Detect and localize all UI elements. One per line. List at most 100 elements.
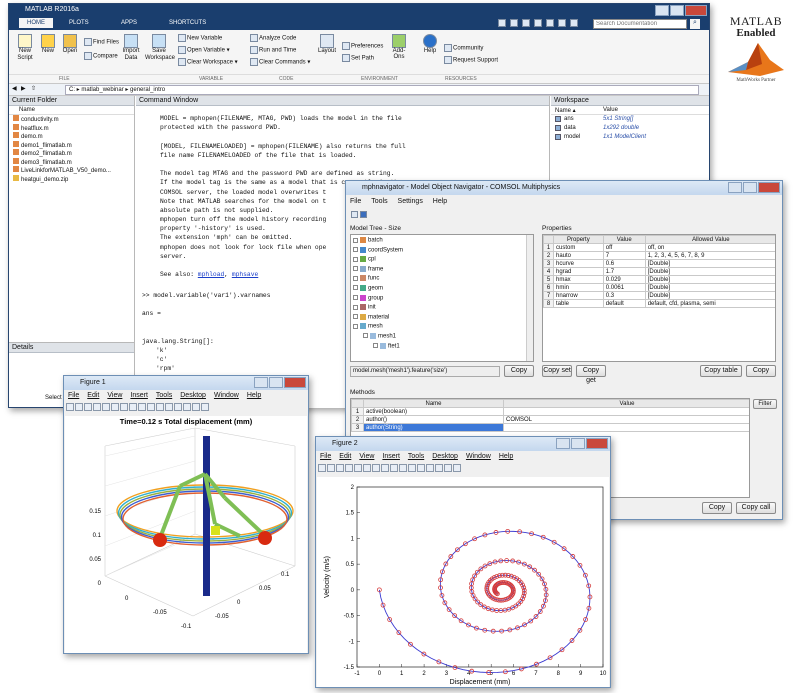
properties-row[interactable]: 8 table default default, cfd, plasma, semi	[543, 299, 775, 308]
copy-set-button[interactable]: Copy set	[542, 365, 572, 377]
new-icon[interactable]	[318, 464, 326, 472]
tree-node[interactable]: ftet1	[353, 342, 533, 353]
props-header-2[interactable]: Allowed Value	[644, 235, 775, 244]
show-plot-icon[interactable]	[201, 403, 209, 411]
back-icon[interactable]: ◀	[12, 85, 17, 92]
properties-row[interactable]: 6 hmin 0.0061 [Double]	[543, 283, 775, 292]
brush-icon[interactable]	[408, 464, 416, 472]
workspace-row[interactable]: data 1x292 double	[551, 124, 709, 133]
show-plot-icon[interactable]	[453, 464, 461, 472]
folder-file-item[interactable]: demo3_flimatlab.m	[13, 157, 134, 167]
figure2-close-button[interactable]	[586, 438, 608, 449]
up-folder-icon[interactable]: ⇧	[31, 85, 36, 92]
props-header-0[interactable]: Property	[553, 235, 604, 244]
new-variable-button[interactable]: New Variable	[177, 34, 222, 42]
props-header-1[interactable]: Value	[602, 235, 646, 244]
datacursor-icon[interactable]	[147, 403, 155, 411]
workspace-row[interactable]: ans 5x1 String[]	[551, 115, 709, 124]
set-path-button[interactable]: Set Path	[341, 54, 374, 62]
tree-node[interactable]: frame	[353, 265, 533, 276]
figure1-menu-file[interactable]: File	[68, 392, 79, 399]
addons-button[interactable]: Add-Ons	[389, 34, 409, 60]
run-and-time-button[interactable]: Run and Time	[249, 46, 296, 54]
layout-button[interactable]: Layout	[317, 34, 337, 54]
find-files-button[interactable]: Find Files	[83, 38, 119, 46]
figure1-menu-edit[interactable]: Edit	[87, 392, 99, 399]
cut-icon[interactable]	[510, 19, 518, 27]
save-icon[interactable]	[84, 403, 92, 411]
figure2-minimize-button[interactable]	[556, 438, 570, 449]
rotate-icon[interactable]	[138, 403, 146, 411]
legend-icon[interactable]	[435, 464, 443, 472]
figure2-menu-file[interactable]: File	[320, 453, 331, 460]
tree-node[interactable]: group	[353, 294, 533, 305]
maximize-button[interactable]	[670, 5, 684, 16]
tree-node[interactable]: material	[353, 313, 533, 324]
filter-button[interactable]: Filter	[753, 399, 777, 409]
copy-icon[interactable]	[522, 19, 530, 27]
folder-file-item[interactable]: demo1_flimatlab.m	[13, 140, 134, 150]
properties-row[interactable]: 2 hauto 7 1, 2, 3, 4, 5, 6, 7, 8, 9	[543, 251, 775, 260]
path-field[interactable]: C: ▸ matlab_webinar ▸ general_intro	[65, 85, 699, 95]
workspace-col-value[interactable]: Value	[603, 107, 618, 113]
new-script-button[interactable]: New Script	[15, 34, 35, 62]
open-variable-button[interactable]: Open Variable ▾	[177, 46, 230, 54]
figure2-menu-window[interactable]: Window	[466, 453, 491, 460]
save-workspace-button[interactable]: Save Workspace	[145, 34, 175, 62]
navigator-minimize-button[interactable]	[728, 182, 742, 193]
tree-node[interactable]: mesh1	[353, 332, 533, 343]
model-tree-scrollbar[interactable]	[526, 235, 533, 361]
open-icon[interactable]	[327, 464, 335, 472]
save-icon[interactable]	[336, 464, 344, 472]
link-icon[interactable]	[417, 464, 425, 472]
zoom-out-icon[interactable]	[372, 464, 380, 472]
tree-copy-button[interactable]: Copy	[504, 365, 534, 377]
navigator-menu-file[interactable]: File	[350, 198, 361, 205]
methods-header-value[interactable]: Value	[503, 399, 749, 408]
mphload-link[interactable]: mphload	[198, 271, 224, 278]
figure1-maximize-button[interactable]	[269, 377, 283, 388]
legend-icon[interactable]	[183, 403, 191, 411]
tree-node[interactable]: init	[353, 304, 533, 314]
figure2-maximize-button[interactable]	[571, 438, 585, 449]
link-icon[interactable]	[165, 403, 173, 411]
tree-node[interactable]: geom	[353, 284, 533, 295]
figure2-menu-help[interactable]: Help	[499, 453, 513, 460]
model-tree[interactable]: batch coordSystem cpl frame func geom group ini…	[350, 234, 534, 362]
community-button[interactable]: Community	[443, 44, 483, 52]
figure1-menu-desktop[interactable]: Desktop	[180, 392, 206, 399]
help-button[interactable]: Help	[421, 34, 439, 54]
navigator-menu-tools[interactable]: Tools	[371, 198, 387, 205]
paste-icon[interactable]	[534, 19, 542, 27]
properties-row[interactable]: 5 hmax 0.029 [Double]	[543, 275, 775, 284]
new-icon[interactable]	[66, 403, 74, 411]
figure1-menu-view[interactable]: View	[107, 392, 122, 399]
tab-apps[interactable]: APPS	[121, 20, 137, 26]
navigator-menu-help[interactable]: Help	[433, 198, 447, 205]
tab-shortcuts[interactable]: SHORTCUTS	[169, 20, 206, 26]
request-support-button[interactable]: Request Support	[443, 56, 498, 64]
navigator-menu-settings[interactable]: Settings	[398, 198, 423, 205]
figure1-menu-insert[interactable]: Insert	[130, 392, 148, 399]
figure2-menu-view[interactable]: View	[359, 453, 374, 460]
figure1-close-button[interactable]	[284, 377, 306, 388]
folder-file-item[interactable]: heatgui_demo.zip	[13, 174, 134, 184]
navigator-maximize-button[interactable]	[743, 182, 757, 193]
figure2-menu-desktop[interactable]: Desktop	[432, 453, 458, 460]
preferences-button[interactable]: Preferences	[341, 42, 383, 50]
mphsave-link[interactable]: mphsave	[232, 271, 258, 278]
copy-call-button[interactable]: Copy call	[736, 502, 776, 514]
zoom-in-icon[interactable]	[363, 464, 371, 472]
pan-icon[interactable]	[129, 403, 137, 411]
print-icon[interactable]	[93, 403, 101, 411]
folder-file-item[interactable]: heatflux.m	[13, 123, 134, 133]
undo-icon[interactable]	[546, 19, 554, 27]
tree-node[interactable]: batch	[353, 237, 533, 247]
search-documentation-input[interactable]	[593, 19, 687, 29]
hide-plot-icon[interactable]	[192, 403, 200, 411]
pan-icon[interactable]	[381, 464, 389, 472]
methods-row[interactable]: 3 author(String)	[351, 423, 749, 432]
copy-table-button[interactable]: Copy table	[700, 365, 742, 377]
import-data-button[interactable]: Import Data	[121, 34, 141, 62]
pointer-icon[interactable]	[354, 464, 362, 472]
